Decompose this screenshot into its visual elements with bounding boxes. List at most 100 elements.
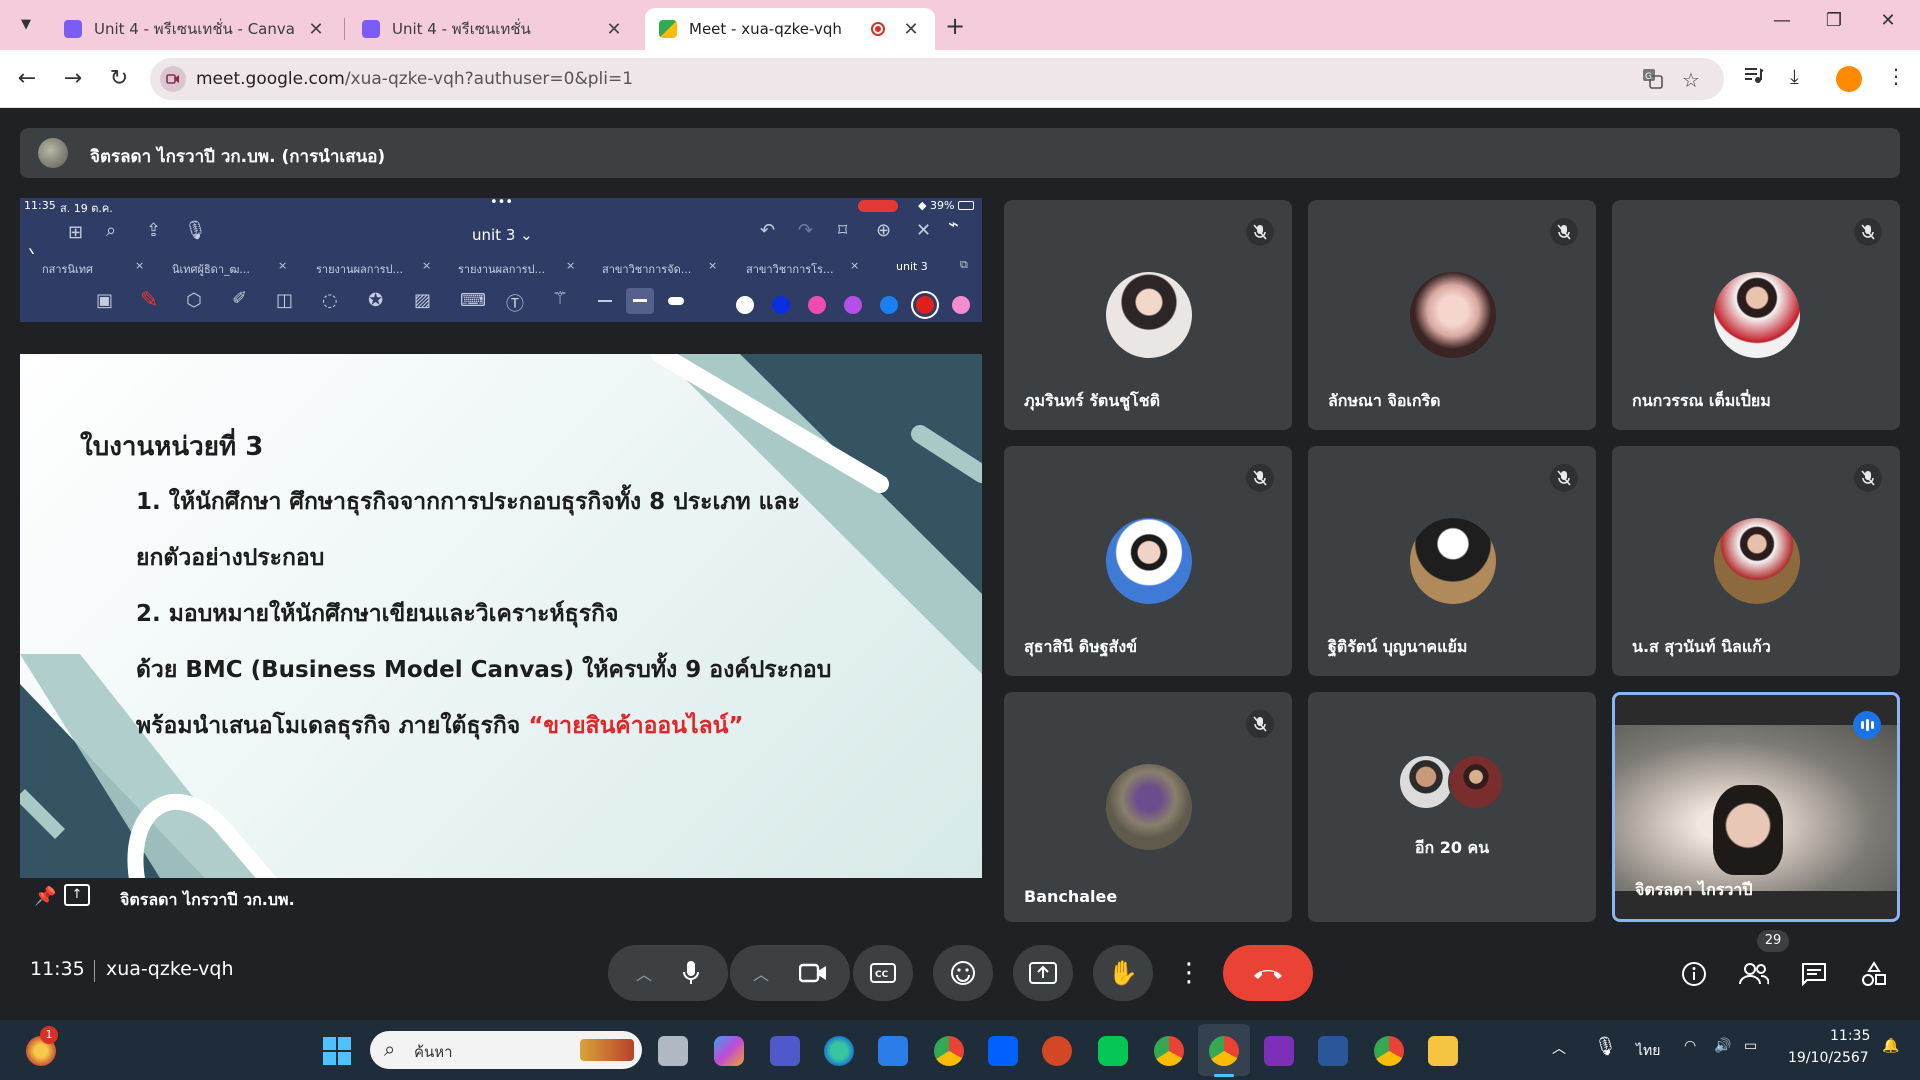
- leave-call-button[interactable]: [1223, 945, 1313, 1001]
- add-page-icon[interactable]: ⊕: [876, 220, 891, 241]
- color-red-swatch-selected[interactable]: [916, 296, 934, 314]
- close-icon[interactable]: ✕: [916, 220, 931, 241]
- thin-line-icon[interactable]: [598, 300, 612, 302]
- taskbar-search[interactable]: ⌕ ค้นหา: [370, 1031, 642, 1069]
- clock-time[interactable]: 11:35: [1830, 1028, 1870, 1044]
- forward-button[interactable]: →: [58, 64, 88, 94]
- video-options-chevron-icon[interactable]: ︿: [753, 961, 769, 985]
- highlighter-icon[interactable]: ✐: [232, 288, 247, 309]
- undo-icon[interactable]: ↶: [760, 220, 775, 241]
- chrome-icon[interactable]: [934, 1036, 964, 1066]
- window-close-button[interactable]: ✕: [1866, 10, 1910, 38]
- windows-start-icon[interactable]: [322, 1036, 352, 1066]
- participant-tile[interactable]: สุธาสินี ดิษฐสังข์: [1004, 446, 1292, 676]
- participant-tile[interactable]: น.ส สุวนันท์ นิลแก้ว: [1612, 446, 1900, 676]
- participant-tile[interactable]: ลักษณา จิอเกริด: [1308, 200, 1596, 430]
- pin-icon[interactable]: 📌: [34, 886, 56, 907]
- language-indicator[interactable]: ไทย: [1636, 1040, 1660, 1062]
- medium-line-selected[interactable]: [626, 288, 654, 314]
- menu-kebab-icon[interactable]: ⋮: [1886, 64, 1906, 88]
- tab-overview-icon[interactable]: ⧉: [960, 258, 968, 272]
- search-icon[interactable]: ⌕: [106, 220, 116, 241]
- share-icon[interactable]: ⇪: [146, 220, 161, 241]
- raise-hand-button[interactable]: ✋: [1093, 945, 1153, 1001]
- pen-icon[interactable]: ✎: [140, 288, 158, 313]
- mic-tray-icon[interactable]: 🎙: [1594, 1036, 1617, 1057]
- doc-tab[interactable]: รายงานผลการป...: [458, 260, 545, 278]
- shapes-icon[interactable]: ◫: [276, 290, 293, 311]
- close-icon[interactable]: ✕: [901, 19, 921, 40]
- close-icon[interactable]: ✕: [604, 19, 624, 40]
- chrome-active-icon[interactable]: [1209, 1036, 1239, 1066]
- close-icon[interactable]: ×: [708, 259, 717, 272]
- grid-icon[interactable]: ⊞: [68, 222, 83, 243]
- powerpoint-icon[interactable]: [1042, 1036, 1072, 1066]
- chat-button[interactable]: [1798, 958, 1830, 990]
- sticker-icon[interactable]: ✪: [368, 290, 383, 311]
- redo-icon[interactable]: ↷: [798, 220, 813, 241]
- chrome-profile-icon[interactable]: [1154, 1036, 1184, 1066]
- close-icon[interactable]: ×: [850, 259, 859, 272]
- address-bar[interactable]: meet.google.com/xua-qzke-vqh?authuser=0&…: [150, 58, 1724, 100]
- new-tab-button[interactable]: +: [945, 12, 965, 40]
- activities-button[interactable]: [1858, 958, 1890, 990]
- close-icon[interactable]: ×: [278, 259, 287, 272]
- dropbox-icon[interactable]: [988, 1036, 1018, 1066]
- doc-tab[interactable]: รายงานผลการป...: [316, 260, 403, 278]
- download-icon[interactable]: ⤓: [1790, 64, 1799, 88]
- close-icon[interactable]: ✕: [306, 19, 326, 40]
- more-options-button[interactable]: ⋮: [1165, 945, 1213, 1001]
- self-video-tile[interactable]: จิตรลดา ไกรวาปี: [1612, 692, 1900, 922]
- doc-tab[interactable]: นิเทศผู้ธิดา_ฒ...: [172, 260, 250, 278]
- participant-tile[interactable]: ฐิติรัตน์ บุญนาคแย้ม: [1308, 446, 1596, 676]
- clock-date[interactable]: 19/10/2567: [1788, 1050, 1869, 1066]
- copilot-icon[interactable]: [714, 1036, 744, 1066]
- translate-icon[interactable]: G: [1642, 68, 1664, 95]
- tab-canva[interactable]: Unit 4 - พรีเซนเทชั่น - Canva ✕: [50, 8, 340, 50]
- captions-button[interactable]: CC: [853, 945, 913, 1001]
- color-purple-swatch[interactable]: [844, 296, 862, 314]
- tab-search-dropdown[interactable]: ▼: [12, 10, 40, 38]
- doc-tab[interactable]: สาขาวิชาการจัด...: [602, 260, 691, 278]
- image-icon[interactable]: ▨: [414, 290, 431, 311]
- close-icon[interactable]: ×: [422, 259, 431, 272]
- participant-tile[interactable]: ภุมรินทร์ รัตนชูโชติ: [1004, 200, 1292, 430]
- keyboard-icon[interactable]: ⌨: [460, 290, 486, 311]
- bookmark-star-icon[interactable]: ☆: [1682, 68, 1700, 92]
- profile-avatar[interactable]: [1836, 66, 1862, 92]
- chevron-up-icon[interactable]: ︿: [1552, 1038, 1566, 1058]
- chrome-other-icon[interactable]: [1374, 1036, 1404, 1066]
- close-icon[interactable]: ×: [135, 259, 144, 272]
- eraser-icon[interactable]: ⬡: [186, 290, 202, 311]
- doc-tab[interactable]: สาขาวิชาการโร...: [746, 260, 833, 278]
- reactions-button[interactable]: [933, 945, 993, 1001]
- bookmark-icon[interactable]: ⌑: [838, 220, 847, 241]
- mail-icon[interactable]: [878, 1036, 908, 1066]
- file-explorer-icon[interactable]: [1428, 1036, 1458, 1066]
- tab-presentation[interactable]: Unit 4 - พรีเซนเทชั่น ✕: [348, 8, 638, 50]
- mic-icon[interactable]: [682, 960, 700, 986]
- volume-icon[interactable]: 🔊: [1714, 1038, 1731, 1054]
- image-search-icon[interactable]: ▣: [96, 290, 113, 311]
- doc-tab-active[interactable]: unit 3: [896, 260, 928, 273]
- wifi-icon[interactable]: ◠: [1684, 1038, 1696, 1054]
- reload-button[interactable]: ↻: [104, 64, 134, 94]
- color-blue-swatch[interactable]: [772, 296, 790, 314]
- task-view-icon[interactable]: [658, 1036, 688, 1066]
- color-white-swatch[interactable]: [736, 296, 754, 314]
- notification-bell-icon[interactable]: 🔔: [1882, 1038, 1899, 1054]
- color-light-pink-swatch[interactable]: [952, 296, 970, 314]
- mic-icon[interactable]: 🎙: [184, 220, 207, 241]
- tab-meet[interactable]: Meet - xua-qzke-vqh ✕: [645, 8, 935, 50]
- people-button[interactable]: [1738, 958, 1770, 990]
- thick-line-icon[interactable]: [668, 297, 684, 305]
- restore-button[interactable]: ❐: [1812, 10, 1856, 38]
- color-azure-swatch[interactable]: [880, 296, 898, 314]
- audio-options-chevron-icon[interactable]: ︿: [636, 961, 652, 985]
- doc-tab[interactable]: กสารนิเทศ: [42, 260, 93, 278]
- teams-icon[interactable]: [770, 1036, 800, 1066]
- back-button[interactable]: ←: [12, 64, 42, 94]
- present-icon[interactable]: ↑: [64, 884, 90, 906]
- text-box-icon[interactable]: Ⓣ: [506, 290, 524, 316]
- media-control-icon[interactable]: [1742, 64, 1764, 91]
